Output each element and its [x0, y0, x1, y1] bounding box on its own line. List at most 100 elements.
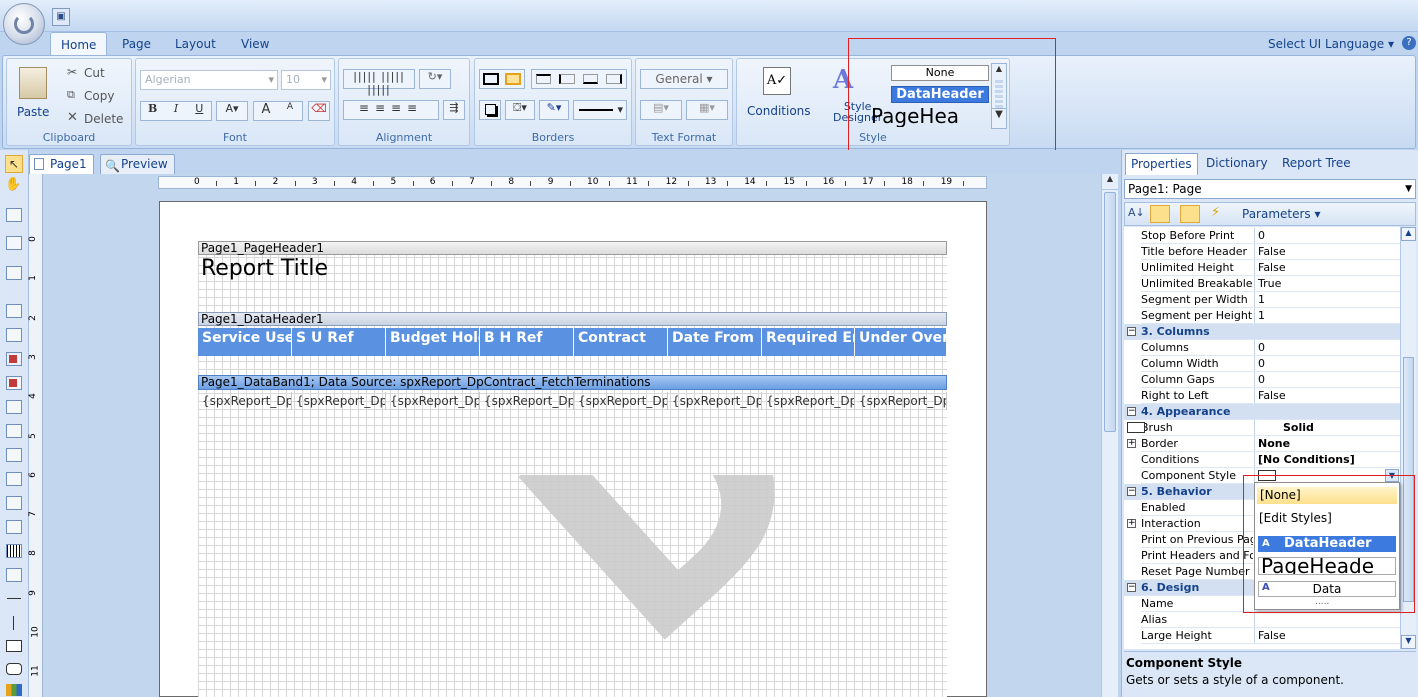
events-icon[interactable]: ⚡ [1211, 205, 1220, 220]
tab-view[interactable]: View [231, 32, 279, 56]
data-field-cell[interactable]: {spxReport_Dp [198, 392, 292, 410]
property-value[interactable]: 0 [1254, 228, 1400, 244]
property-row[interactable]: Segment per Width 1 [1124, 292, 1400, 308]
paste-button[interactable]: Paste [17, 105, 49, 119]
rectangle-tool-icon[interactable] [6, 640, 22, 652]
page-header-band[interactable]: Page1_PageHeader1 [198, 241, 947, 255]
shadow-icon[interactable] [479, 100, 501, 120]
help-icon[interactable]: ? [1402, 36, 1416, 50]
scroll-up-icon[interactable]: ▲ [1102, 174, 1118, 190]
wrap-text-icon[interactable]: ⇶ [443, 100, 465, 120]
column-header-cell[interactable]: Required Er [762, 328, 855, 356]
subreport-tool-icon[interactable] [6, 424, 22, 438]
report-title[interactable]: Report Title [201, 256, 328, 281]
property-row[interactable]: Column Width 0 [1124, 356, 1400, 372]
collapse-icon[interactable]: − [1127, 407, 1136, 416]
border-left-icon[interactable] [559, 74, 575, 84]
property-value[interactable]: None [1254, 436, 1400, 452]
delete-button[interactable]: Delete [84, 112, 123, 126]
horizontal-line-tool-icon[interactable] [7, 598, 21, 599]
data-field-cell[interactable]: {spxReport_Dp [292, 392, 386, 410]
ui-language-selector[interactable]: Select UI Language ▾ [1268, 37, 1394, 51]
cut-button[interactable]: Cut [84, 66, 105, 80]
column-header-cell[interactable]: Date From [668, 328, 762, 356]
cross-band-tool-icon[interactable] [6, 236, 22, 250]
property-value[interactable]: [No Conditions] [1254, 452, 1400, 468]
border-right-icon[interactable] [606, 74, 622, 84]
format-style-icon[interactable]: ▦▾ [686, 100, 728, 120]
tab-report-tree[interactable]: Report Tree [1277, 153, 1356, 175]
property-row[interactable]: Title before Header False [1124, 244, 1400, 260]
property-row[interactable]: Right to Left False [1124, 388, 1400, 404]
property-category[interactable]: −4. Appearance [1124, 404, 1400, 420]
border-bottom-icon[interactable] [583, 74, 598, 84]
copy-button[interactable]: Copy [84, 89, 114, 103]
page-tool-icon[interactable] [6, 304, 22, 318]
property-row[interactable]: Stop Before Print 0 [1124, 228, 1400, 244]
shape-tool-icon[interactable] [6, 568, 22, 582]
data-field-cell[interactable]: {spxReport_Dp [574, 392, 668, 410]
property-value[interactable]: False [1254, 388, 1400, 404]
data-field-cell[interactable]: {spxReport_Dp [668, 392, 762, 410]
data-field-cell[interactable]: {spxReport_Dp [762, 392, 855, 410]
property-value[interactable]: 0 [1254, 356, 1400, 372]
font-size-dropdown[interactable]: 10 ▾ [281, 70, 331, 90]
data-band[interactable]: Page1_DataBand1; Data Source: spxReport_… [198, 375, 947, 390]
property-value[interactable]: 0 [1254, 372, 1400, 388]
tab-preview[interactable]: 🔍 Preview [100, 154, 175, 174]
object-selector[interactable]: Page1: Page ▼ [1124, 179, 1416, 199]
design-vertical-scrollbar[interactable]: ▲ [1101, 174, 1118, 697]
data-field-cell[interactable]: {spxReport_Dp [386, 392, 480, 410]
prop-scroll-up-icon[interactable]: ▲ [1401, 227, 1416, 241]
save-icon[interactable]: ▣ [52, 8, 70, 26]
categorized-icon[interactable] [1150, 205, 1170, 223]
text-tool-icon[interactable] [6, 352, 22, 366]
image-tool-icon[interactable] [6, 520, 22, 534]
border-style-dropdown[interactable]: ▾ [573, 100, 627, 120]
property-category[interactable]: −3. Columns [1124, 324, 1400, 340]
panel-tool-icon[interactable] [6, 328, 22, 342]
property-row[interactable]: Alias [1124, 612, 1400, 628]
application-menu-button[interactable] [3, 3, 45, 45]
property-value[interactable]: 0 [1254, 340, 1400, 356]
property-row[interactable]: Columns 0 [1124, 340, 1400, 356]
property-row[interactable]: +BrushSolid [1124, 420, 1400, 436]
tab-home[interactable]: Home [50, 32, 108, 56]
underline-button[interactable]: U [188, 102, 211, 120]
vertical-line-tool-icon[interactable] [13, 616, 14, 630]
prop-scroll-down-icon[interactable]: ▼ [1401, 635, 1416, 649]
border-color-icon[interactable]: ✎▾ [539, 100, 569, 120]
scroll-thumb[interactable] [1104, 192, 1116, 432]
property-row[interactable]: Unlimited Breakable True [1124, 276, 1400, 292]
text-format-dropdown[interactable]: General ▾ [640, 69, 728, 89]
expand-icon[interactable]: + [1127, 519, 1136, 528]
conditions-button[interactable]: Conditions [747, 104, 811, 118]
select-pointer-icon[interactable]: ↖ [5, 155, 23, 173]
font-family-dropdown[interactable]: Algerian ▾ [140, 70, 278, 90]
rounded-rect-tool-icon[interactable] [6, 663, 22, 675]
pan-hand-icon[interactable]: ✋ [5, 177, 21, 192]
column-header-cell[interactable]: S U Ref [292, 328, 386, 356]
property-value[interactable]: False [1254, 244, 1400, 260]
shrink-font-button[interactable]: A [278, 102, 302, 120]
property-value[interactable]: 1 [1254, 308, 1400, 324]
text-align-buttons[interactable]: ≡≡≡≡ [343, 100, 439, 120]
bold-button[interactable]: B [141, 102, 164, 120]
container-tool-icon[interactable] [6, 400, 22, 414]
column-header-cell[interactable]: Service Use [198, 328, 292, 356]
barcode-tool-icon[interactable] [6, 544, 22, 558]
tab-layout[interactable]: Layout [165, 32, 226, 56]
rich-text-tool-icon[interactable] [6, 376, 22, 390]
font-color-button[interactable]: A▾ [216, 101, 248, 121]
properties-view-icon[interactable] [1180, 205, 1200, 223]
fill-color-icon[interactable]: ⛋▾ [505, 100, 535, 120]
property-row[interactable]: + Border None [1124, 436, 1400, 452]
column-header-cell[interactable]: B H Ref [480, 328, 574, 356]
tab-page[interactable]: Page [112, 32, 161, 56]
text-field-tool-icon[interactable] [6, 496, 22, 510]
collapse-icon[interactable]: − [1127, 327, 1136, 336]
data-header-band[interactable]: Page1_DataHeader1 [198, 312, 947, 326]
property-value[interactable]: True [1254, 276, 1400, 292]
cross-tab-tool-icon[interactable] [6, 266, 22, 280]
rotate-icon[interactable]: ↻▾ [419, 69, 451, 89]
